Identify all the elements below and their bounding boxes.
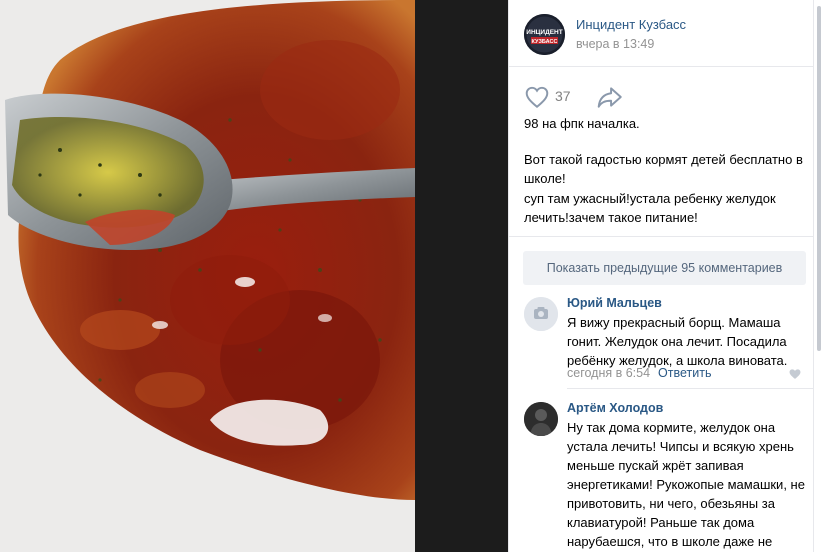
scrollbar-thumb[interactable] xyxy=(817,6,821,351)
scrollbar[interactable] xyxy=(813,0,823,552)
heart-icon[interactable] xyxy=(524,84,550,110)
group-logo-icon: ИНЦИДЕНТ КУЗБАСС xyxy=(524,14,565,55)
svg-text:ИНЦИДЕНТ: ИНЦИДЕНТ xyxy=(526,29,562,36)
post-header: ИНЦИДЕНТ КУЗБАСС Инцидент Кузбасс вчера … xyxy=(509,0,814,67)
comment-text: Ну так дома кормите, желудок она устала … xyxy=(567,420,805,549)
avatar[interactable] xyxy=(524,402,558,436)
comment-timestamp[interactable]: сегодня в 6:54 xyxy=(567,366,650,380)
post-text-line: 98 на фпк началка. xyxy=(524,116,640,131)
post-timestamp[interactable]: вчера в 13:49 xyxy=(576,37,654,51)
group-avatar[interactable]: ИНЦИДЕНТ КУЗБАСС xyxy=(524,14,565,55)
reply-button[interactable]: Ответить xyxy=(658,366,711,380)
user-photo-icon xyxy=(524,402,558,436)
divider xyxy=(509,236,814,237)
post-panel: ИНЦИДЕНТ КУЗБАСС Инцидент Кузбасс вчера … xyxy=(508,0,814,552)
comment-author[interactable]: Юрий Мальцев xyxy=(567,296,662,310)
avatar[interactable] xyxy=(524,297,558,331)
comment-item: Юрий Мальцев Я вижу прекрасный борщ. Мам… xyxy=(509,294,814,386)
post-text-line: суп там ужасный!устала ребенку желудок л… xyxy=(524,190,776,226)
comment-author[interactable]: Артём Холодов xyxy=(567,401,663,415)
show-previous-comments-button[interactable]: Показать предыдущие 95 комментариев xyxy=(523,251,806,285)
comment-divider xyxy=(567,388,814,389)
post-text-line: Вот такой гадостью кормят детей бесплатн… xyxy=(524,151,803,187)
borscht-photo-icon xyxy=(0,0,415,552)
post-photo[interactable] xyxy=(0,0,415,552)
comment-meta: сегодня в 6:54 Ответить xyxy=(567,366,711,380)
like-count: 37 xyxy=(555,88,571,104)
camera-icon xyxy=(524,297,558,331)
comment-item: Артём Холодов Ну так дома кормите, желуд… xyxy=(509,399,814,552)
dark-backdrop xyxy=(415,0,508,552)
post-text: 98 на фпк началка. Вот такой гадостью ко… xyxy=(524,114,809,228)
post-actions: 37 xyxy=(509,72,814,120)
heart-icon[interactable] xyxy=(788,368,802,380)
comment-text: Я вижу прекрасный борщ. Мамаша гонит. Же… xyxy=(567,315,788,368)
svg-text:КУЗБАСС: КУЗБАСС xyxy=(532,39,558,45)
share-icon[interactable] xyxy=(596,84,624,110)
group-name-link[interactable]: Инцидент Кузбасс xyxy=(576,17,686,32)
